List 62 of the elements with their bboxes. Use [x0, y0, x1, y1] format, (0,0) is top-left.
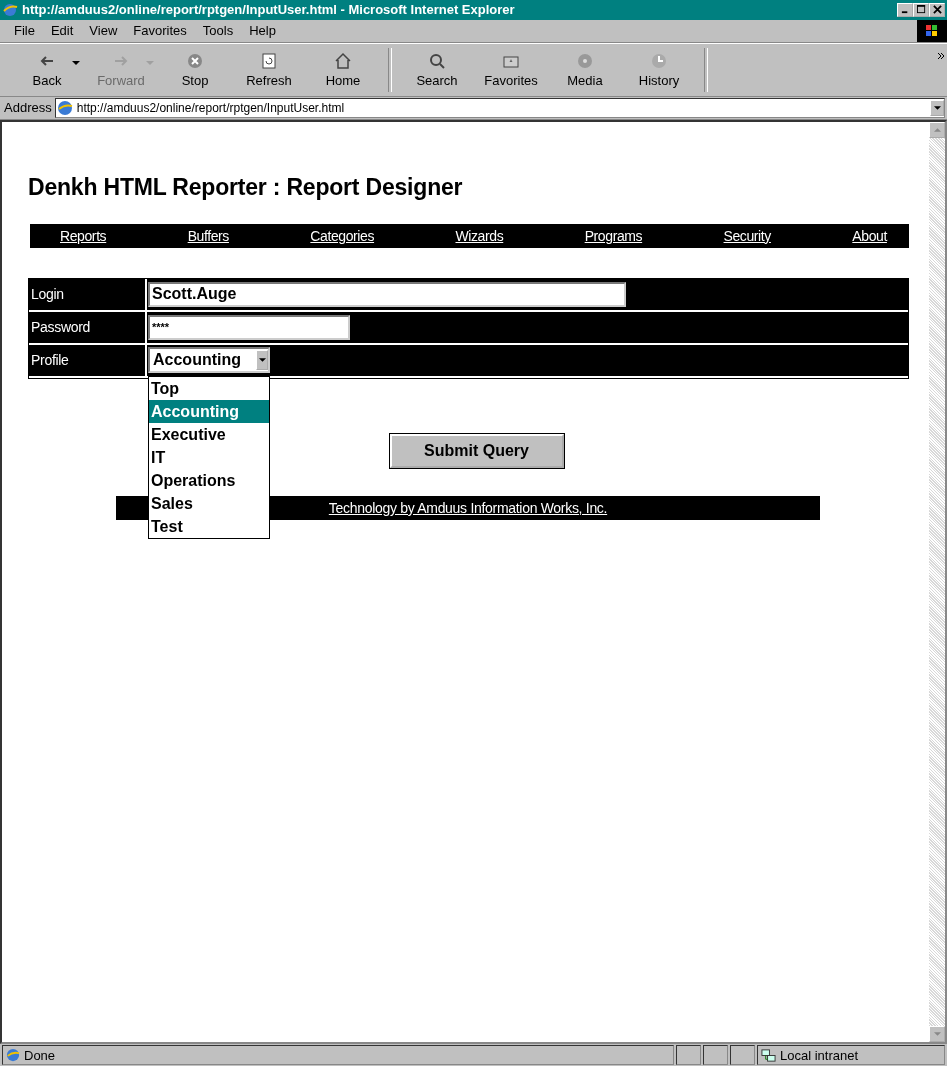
field-label: Profile — [29, 344, 145, 376]
dropdown-arrow-icon[interactable] — [72, 60, 80, 65]
address-label: Address — [4, 100, 52, 116]
nav-link[interactable]: Reports — [60, 227, 107, 244]
status-text: Done — [24, 1047, 56, 1063]
address-field[interactable]: http://amduus2/online/report/rptgen/InputUser.html — [54, 97, 945, 118]
browser-icon — [2, 1, 18, 18]
nav-link[interactable]: Programs — [584, 227, 643, 244]
toolbar-button[interactable]: History — [622, 49, 696, 91]
up-arrow-icon — [933, 127, 941, 132]
toolbar-button[interactable]: Favorites — [474, 49, 548, 91]
nav-link[interactable]: Categories — [310, 227, 375, 244]
dropdown-option[interactable]: Test — [149, 514, 269, 538]
page-icon — [56, 99, 73, 116]
toolbar-button[interactable]: Search — [400, 49, 474, 91]
down-arrow-icon — [933, 1032, 941, 1037]
scroll-up-button[interactable] — [929, 121, 945, 138]
close-button[interactable] — [929, 2, 945, 17]
toolbar-button[interactable]: Refresh — [232, 49, 306, 91]
toolbar-button[interactable]: Stop — [158, 49, 232, 91]
home-icon — [333, 51, 353, 72]
dropdown-option[interactable]: Sales — [149, 491, 269, 515]
page-heading: Denkh HTML Reporter : Report Designer — [28, 173, 464, 201]
menu-item[interactable]: Favorites — [125, 23, 195, 39]
menu-item[interactable]: Edit — [42, 23, 82, 39]
login-field[interactable]: Scott.Auge — [148, 281, 626, 307]
windows-logo — [917, 19, 947, 42]
menu-item[interactable]: Help — [241, 23, 284, 39]
profile-select[interactable]: Accounting — [148, 347, 270, 374]
nav-link[interactable]: Wizards — [455, 227, 504, 244]
minimize-button[interactable] — [897, 2, 913, 17]
dropdown-option[interactable]: Accounting — [149, 399, 269, 423]
toolbar-button[interactable]: Back — [10, 49, 84, 91]
toolbar-button[interactable]: Media — [548, 49, 622, 91]
password-field[interactable]: **** — [148, 314, 350, 340]
field-label: Login — [29, 278, 145, 310]
menu-item[interactable]: Tools — [194, 23, 242, 39]
menu-item[interactable]: View — [81, 23, 126, 39]
submit-button[interactable]: Submit Query — [389, 433, 564, 468]
page-icon — [6, 1048, 20, 1062]
dropdown-button[interactable] — [256, 350, 268, 371]
dropdown-option[interactable]: Operations — [149, 468, 269, 492]
refresh-icon — [259, 51, 279, 72]
maximize-button[interactable] — [913, 2, 929, 17]
nav-link[interactable]: Buffers — [187, 227, 229, 244]
nav-link[interactable]: About — [852, 227, 887, 244]
maximize-icon — [916, 5, 926, 15]
dropdown-option[interactable]: IT — [149, 445, 269, 469]
field-label: Password — [29, 311, 145, 343]
dropdown-option[interactable]: Top — [149, 376, 269, 400]
nav-link[interactable]: Security — [723, 227, 771, 244]
window-title: http://amduus2/online/report/rptgen/InputUser.html - Microsoft Internet Explorer — [22, 2, 516, 18]
chevron-icon[interactable] — [937, 51, 945, 60]
network-icon — [761, 1047, 776, 1063]
zone-text: Local intranet — [780, 1047, 859, 1063]
menu-item[interactable]: File — [6, 23, 43, 39]
caret-icon — [258, 358, 266, 363]
scroll-down-button[interactable] — [929, 1026, 945, 1043]
dropdown-option[interactable]: Executive — [149, 422, 269, 446]
close-icon — [932, 5, 942, 15]
toolbar-button[interactable]: Home — [306, 49, 380, 91]
footer-link[interactable]: Technology by Amduus Information Works, Inc. — [328, 499, 608, 516]
